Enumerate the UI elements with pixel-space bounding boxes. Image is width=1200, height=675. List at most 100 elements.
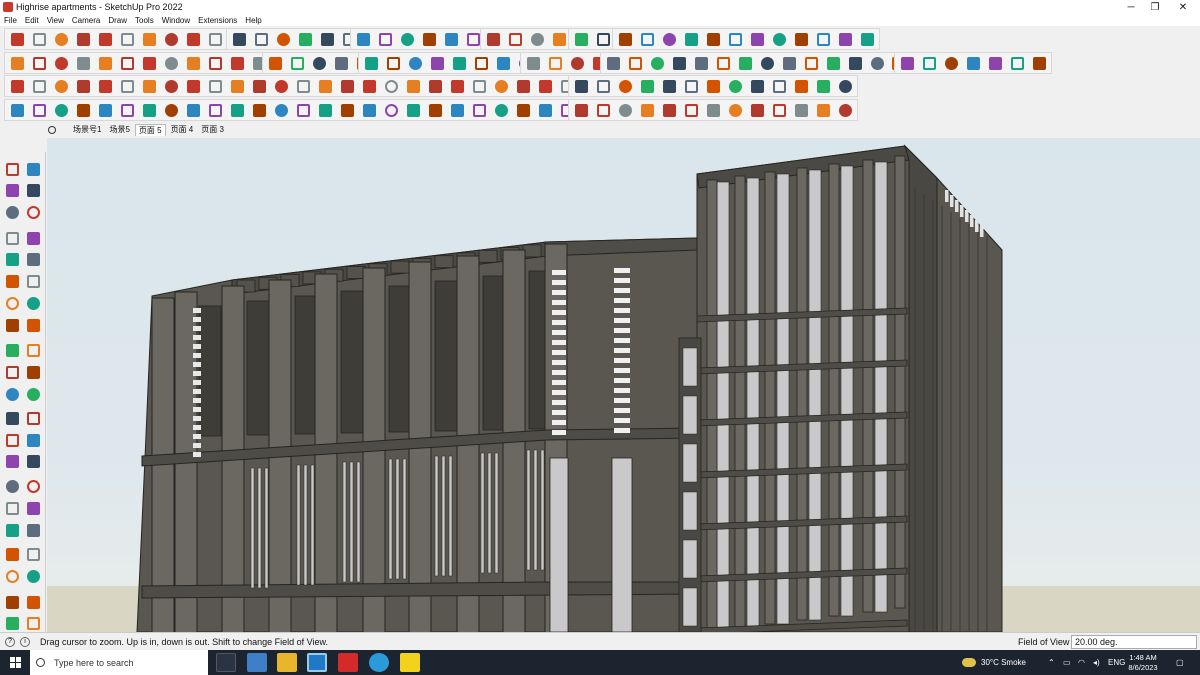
toolbar-tool-button[interactable] (604, 54, 624, 72)
toolbar-tool-button[interactable] (96, 77, 116, 95)
task-view-icon[interactable] (216, 653, 236, 672)
toolbar-tool-button[interactable] (484, 30, 504, 48)
toolbar-tool-button[interactable] (942, 54, 962, 72)
palette-tool-button[interactable] (24, 477, 42, 495)
toolbar-tool-button[interactable] (338, 101, 358, 119)
toolbar-tool-button[interactable] (898, 54, 918, 72)
toolbar-tool-button[interactable] (594, 30, 614, 48)
edge-browser-icon[interactable] (369, 653, 389, 672)
toolbar-tool-button[interactable] (920, 54, 940, 72)
toolbar-tool-button[interactable] (96, 54, 116, 72)
toolbar-tool-button[interactable] (660, 101, 680, 119)
palette-tool-button[interactable] (24, 452, 42, 470)
toolbar-tool-button[interactable] (317, 30, 337, 48)
toolbar-tool-button[interactable] (294, 77, 314, 95)
menu-file[interactable]: File (4, 16, 17, 25)
toolbar-tool-button[interactable] (52, 77, 72, 95)
toolbar-tool-button[interactable] (682, 77, 702, 95)
toolbar-tool-button[interactable] (360, 101, 380, 119)
toolbar-tool-button[interactable] (184, 77, 204, 95)
wifi-icon[interactable]: ◠ (1078, 650, 1085, 675)
autocad-app-icon[interactable] (338, 653, 358, 672)
toolbar-tool-button[interactable] (769, 77, 789, 95)
palette-tool-button[interactable] (3, 477, 21, 495)
toolbar-tool-button[interactable] (857, 30, 877, 48)
toolbar-tool-button[interactable] (96, 30, 116, 48)
toolbar-tool-button[interactable] (447, 101, 467, 119)
toolbar-tool-button[interactable] (491, 101, 511, 119)
palette-tool-button[interactable] (3, 272, 21, 290)
toolbar-tool-button[interactable] (572, 77, 592, 95)
toolbar-tool-button[interactable] (594, 77, 614, 95)
palette-tool-button[interactable] (3, 385, 21, 403)
toolbar-tool-button[interactable] (791, 101, 811, 119)
toolbar-tool-button[interactable] (425, 101, 445, 119)
toolbar-tool-button[interactable] (469, 77, 489, 95)
toolbar-tool-button[interactable] (384, 54, 404, 72)
toolbar-tool-button[interactable] (162, 101, 182, 119)
scene-tab-1[interactable]: 场景号1 (70, 124, 104, 135)
toolbar-tool-button[interactable] (704, 101, 724, 119)
palette-tool-button[interactable] (3, 409, 21, 427)
menu-view[interactable]: View (47, 16, 64, 25)
menu-tools[interactable]: Tools (135, 16, 154, 25)
palette-tool-button[interactable] (24, 341, 42, 359)
toolbar-tool-button[interactable] (425, 77, 445, 95)
toolbar-tool-button[interactable] (1029, 54, 1049, 72)
toolbar-tool-button[interactable] (747, 77, 767, 95)
toolbar-tool-button[interactable] (184, 101, 204, 119)
palette-tool-button[interactable] (3, 363, 21, 381)
toolbar-tool-button[interactable] (682, 30, 702, 48)
toolbar-tool-button[interactable] (1007, 54, 1027, 72)
toolbar-tool-button[interactable] (572, 101, 592, 119)
palette-tool-button[interactable] (3, 567, 21, 585)
calculator-app-icon[interactable] (247, 653, 267, 672)
toolbar-tool-button[interactable] (205, 30, 225, 48)
toolbar-tool-button[interactable] (616, 77, 636, 95)
toolbar-tool-button[interactable] (338, 77, 358, 95)
toolbar-tool-button[interactable] (513, 77, 533, 95)
sticky-notes-icon[interactable] (400, 653, 420, 672)
palette-tool-button[interactable] (3, 160, 21, 178)
palette-tool-button[interactable] (24, 203, 42, 221)
toolbar-tool-button[interactable] (791, 77, 811, 95)
palette-tool-button[interactable] (3, 614, 21, 632)
toolbar-tool-button[interactable] (266, 54, 286, 72)
toolbar-tool-button[interactable] (228, 77, 248, 95)
toolbar-tool-button[interactable] (469, 101, 489, 119)
palette-tool-button[interactable] (3, 250, 21, 268)
toolbar-tool-button[interactable] (549, 30, 569, 48)
toolbar-tool-button[interactable] (725, 77, 745, 95)
toolbar-tool-button[interactable] (572, 30, 592, 48)
palette-tool-button[interactable] (24, 567, 42, 585)
toolbar-tool-button[interactable] (252, 30, 272, 48)
palette-tool-button[interactable] (3, 452, 21, 470)
palette-tool-button[interactable] (3, 521, 21, 539)
toolbar-tool-button[interactable] (441, 30, 461, 48)
tray-chevron-icon[interactable]: ⌃ (1048, 650, 1055, 675)
toolbar-tool-button[interactable] (30, 30, 50, 48)
toolbar-tool-button[interactable] (118, 30, 138, 48)
toolbar-tool-button[interactable] (757, 54, 777, 72)
toolbar-tool-button[interactable] (660, 30, 680, 48)
palette-tool-button[interactable] (24, 431, 42, 449)
toolbar-tool-button[interactable] (74, 30, 94, 48)
toolbar-tool-button[interactable] (419, 30, 439, 48)
toolbar-tool-button[interactable] (491, 77, 511, 95)
scene-tab-3[interactable]: 页面 5 (134, 123, 166, 136)
toolbar-tool-button[interactable] (594, 101, 614, 119)
toolbar-tool-button[interactable] (704, 30, 724, 48)
toolbar-tool-button[interactable] (714, 54, 734, 72)
palette-tool-button[interactable] (24, 181, 42, 199)
palette-tool-button[interactable] (3, 229, 21, 247)
toolbar-tool-button[interactable] (493, 54, 513, 72)
toolbar-tool-button[interactable] (8, 77, 28, 95)
clock[interactable]: 1:48 AM 8/6/2023 (1122, 653, 1164, 673)
palette-tool-button[interactable] (24, 294, 42, 312)
toolbar-tool-button[interactable] (985, 54, 1005, 72)
toolbar-tool-button[interactable] (310, 54, 330, 72)
palette-tool-button[interactable] (24, 316, 42, 334)
palette-tool-button[interactable] (24, 229, 42, 247)
toolbar-tool-button[interactable] (406, 54, 426, 72)
palette-tool-button[interactable] (3, 181, 21, 199)
